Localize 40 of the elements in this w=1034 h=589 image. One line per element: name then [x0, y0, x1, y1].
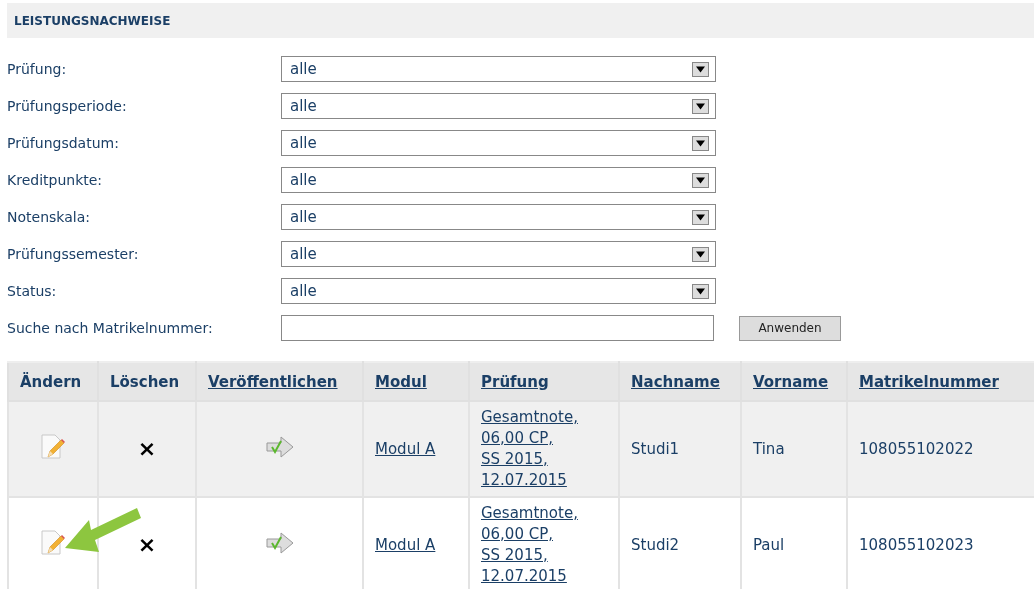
filter-label: Prüfung: [7, 61, 68, 77]
table-cell: 108055102022 [859, 440, 974, 458]
filter-label: Prüfungsperiode: [7, 98, 128, 114]
sort-link[interactable]: Nachname [619, 362, 741, 401]
module-link[interactable]: Modul A [375, 440, 436, 458]
table-cell: Studi1 [631, 440, 680, 458]
sort-link[interactable]: Modul [363, 362, 469, 401]
table-cell: Studi2 [631, 536, 680, 554]
sort-link[interactable]: Veröffentlichen [196, 362, 363, 401]
sort-link[interactable]: Prüfung [469, 362, 619, 401]
edit-icon[interactable] [39, 434, 67, 460]
sort-link[interactable]: Vorname [741, 362, 847, 401]
publish-arrow-icon[interactable] [265, 436, 294, 458]
filter-label: Status: [7, 283, 58, 299]
table-cell: Paul [753, 536, 785, 554]
sort-link[interactable]: Matrikelnummer [847, 362, 1034, 401]
dropdown[interactable]: alle [281, 241, 716, 267]
dropdown[interactable]: alle [281, 130, 716, 156]
column-header: Ändern [8, 362, 98, 401]
section-title: LEISTUNGSNACHWEISE [14, 13, 171, 28]
table-cell: 108055102023 [859, 536, 974, 554]
filter-label: Kreditpunkte: [7, 172, 104, 188]
filter-label: Prüfungsdatum: [7, 135, 120, 151]
dropdown[interactable]: alle [281, 204, 716, 230]
table-cell: Tina [753, 440, 785, 458]
dropdown[interactable]: alle [281, 56, 716, 82]
edit-icon[interactable] [39, 530, 67, 556]
module-link[interactable]: Modul A [375, 536, 436, 554]
dropdown[interactable]: alle [281, 167, 716, 193]
search-label: Suche nach Matrikelnummer: [7, 320, 214, 336]
publish-arrow-icon[interactable] [265, 532, 294, 554]
delete-button[interactable]: × [137, 534, 157, 556]
filter-label: Prüfungssemester: [7, 246, 140, 262]
filter-label: Notenskala: [7, 209, 91, 225]
apply-button[interactable]: Anwenden [739, 315, 841, 341]
dropdown[interactable]: alle [281, 278, 716, 304]
column-header: Löschen [98, 362, 196, 401]
delete-button[interactable]: × [137, 438, 157, 460]
search-field[interactable] [281, 315, 714, 341]
dropdown[interactable]: alle [281, 93, 716, 119]
